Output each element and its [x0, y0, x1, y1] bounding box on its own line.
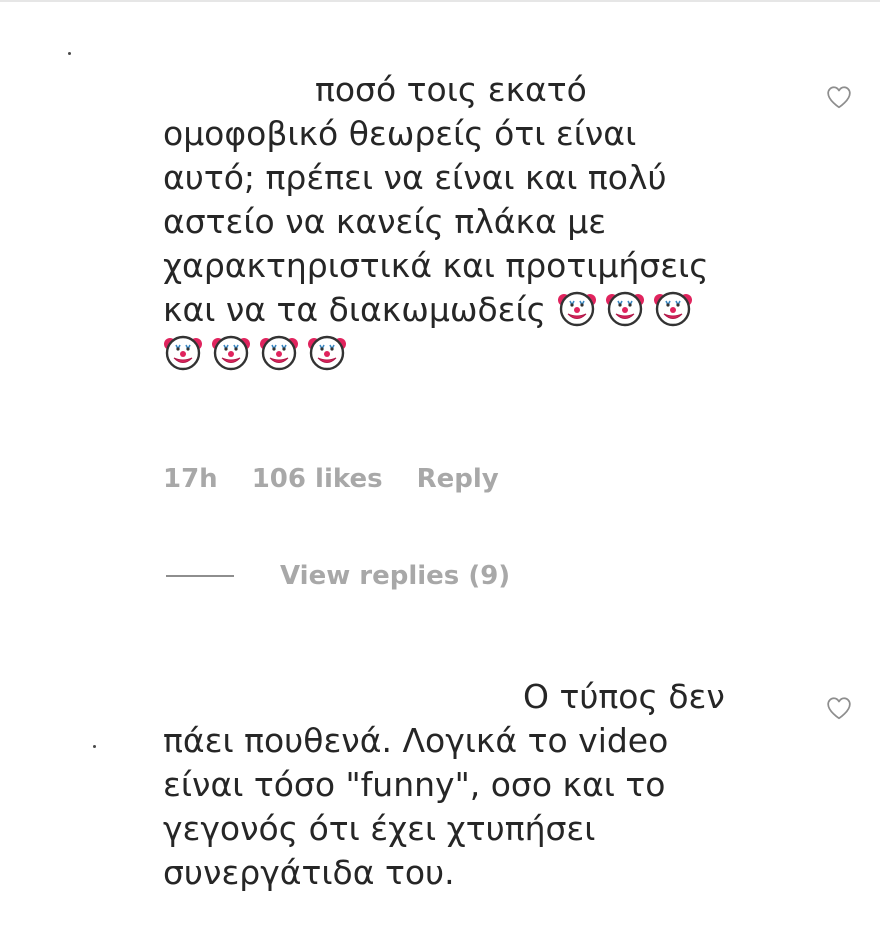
heart-icon[interactable]	[826, 85, 852, 109]
comment-line: αστείο να κανείς πλάκα με	[163, 202, 607, 241]
clown-face-emoji	[260, 335, 298, 371]
comment-line: πάει πουθενά. Λογικά το video	[163, 721, 669, 760]
heart-icon[interactable]	[826, 696, 852, 720]
clown-face-emoji	[557, 291, 596, 327]
comment-line: ποσό τοις εκατό	[315, 70, 587, 109]
reply-button[interactable]: Reply	[417, 464, 499, 494]
likes-count[interactable]: 106 likes	[252, 464, 383, 494]
clown-face-emoji	[653, 291, 692, 327]
clown-face-emoji	[605, 291, 644, 327]
comment-text: ποσό τοις εκατό ομοφοβικό θεωρείς ότι εί…	[163, 68, 709, 376]
comment-line: είναι τόσο "funny", οσο και το	[163, 765, 666, 804]
comment-line: Ο τύπος δεν	[523, 677, 725, 716]
clown-face-emoji	[308, 335, 346, 371]
clown-face-emoji	[164, 335, 202, 371]
comment-line: και να τα διακωμωδείς	[163, 288, 709, 332]
comment-line: ομοφοβικό θεωρείς ότι είναι	[163, 114, 637, 153]
comment-time[interactable]: 17h	[163, 464, 218, 494]
comment-meta: 17h 106 likes Reply	[163, 464, 533, 494]
comment-text: Ο τύπος δεν πάει πουθενά. Λογικά το vide…	[163, 675, 725, 895]
comment-line: αυτό; πρέπει να είναι και πολύ	[163, 158, 667, 197]
clown-face-emoji	[212, 335, 250, 371]
view-replies-label: View replies (9)	[280, 561, 511, 591]
replies-dash	[166, 575, 234, 577]
comment-line: συνεργάτιδα του.	[163, 853, 455, 892]
comment-line: γεγονός ότι έχει χτυπήσει	[163, 809, 596, 848]
comment-line	[163, 332, 709, 376]
view-replies-button[interactable]: View replies (9)	[166, 561, 510, 591]
avatar[interactable]	[68, 52, 71, 55]
avatar[interactable]	[93, 745, 96, 748]
comment-line: χαρακτηριστικά και προτιμήσεις	[163, 246, 709, 285]
top-divider	[0, 0, 880, 2]
